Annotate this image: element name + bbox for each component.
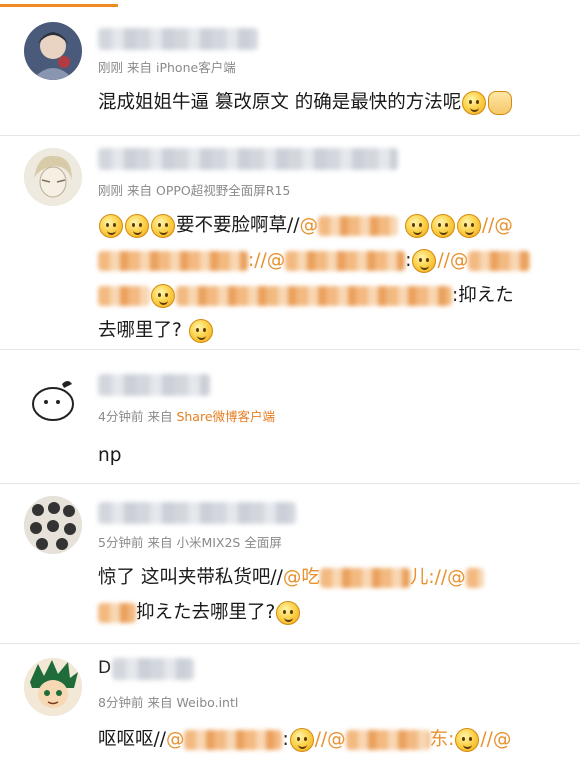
avatar[interactable] (24, 658, 82, 716)
username-blurred[interactable] (98, 502, 296, 524)
username-prefix[interactable]: D (98, 658, 111, 678)
mention-blurred[interactable] (319, 568, 410, 588)
smile-emoji-icon (188, 319, 213, 343)
comment-item[interactable]: 刚刚 来自 iPhone客户端 混成姐姐牛逼 篡改原文 的确是最快的方法呢 (0, 8, 580, 136)
thinking-emoji-icon (430, 214, 455, 238)
comment-meta: 4分钟前 来自 Share微博客户端 (98, 409, 276, 424)
comment-item[interactable]: 刚刚 来自 OPPO超视野全面屏R15 要不要脸啊草//@ //@ ://@: /… (0, 136, 580, 350)
avatar[interactable] (24, 370, 82, 428)
smile-emoji-icon (276, 601, 301, 625)
thinking-emoji-icon (404, 214, 429, 238)
thinking-emoji-icon (151, 284, 175, 308)
avatar[interactable] (24, 22, 82, 80)
comment-item[interactable]: 4分钟前 来自 Share微博客户端 np (0, 350, 580, 484)
sweat-smile-emoji-icon (125, 214, 149, 238)
username-blurred[interactable] (98, 28, 258, 50)
comment-meta: 刚刚 来自 OPPO超视野全面屏R15 (98, 183, 291, 198)
comment-item[interactable]: 5分钟前 来自 小米MIX2S 全面屏 惊了 这叫夹带私货吧//@吃 儿://@ … (0, 484, 580, 644)
comment-text: 惊了 这叫夹带私货吧//@吃 儿://@ 抑えた去哪里了? (98, 560, 568, 630)
mention-blurred[interactable] (98, 286, 150, 306)
avatar[interactable] (24, 148, 82, 206)
mention-blurred[interactable] (468, 251, 531, 271)
top-indicator (0, 0, 580, 8)
comment-text: 混成姐姐牛逼 篡改原文 的确是最快的方法呢 (98, 85, 568, 120)
mention-blurred[interactable] (317, 216, 398, 236)
mention-blurred[interactable] (345, 730, 430, 750)
sweat-smile-emoji-icon (151, 214, 175, 238)
comment-meta: 5分钟前 来自 小米MIX2S 全面屏 (98, 535, 282, 550)
avatar[interactable] (24, 496, 82, 554)
comment-text: np (98, 445, 122, 466)
mention-blurred[interactable] (184, 730, 283, 750)
mention-blurred[interactable] (465, 568, 484, 588)
victory-hand-icon (488, 91, 513, 115)
username-blurred[interactable] (98, 148, 398, 170)
comment-item[interactable]: D 8分钟前 来自 Weibo.intl 呕呕呕//@://@ 东://@ (0, 644, 580, 759)
username-blurred[interactable] (98, 374, 210, 396)
mention-blurred[interactable] (98, 603, 136, 623)
grin-emoji-icon (462, 91, 487, 115)
thinking-emoji-icon (456, 214, 481, 238)
thinking-emoji-icon (289, 728, 314, 752)
username-blurred[interactable] (112, 658, 194, 680)
mention-blurred[interactable] (98, 251, 248, 271)
thinking-emoji-icon (455, 728, 480, 752)
mention-blurred[interactable] (176, 286, 452, 306)
mention-blurred[interactable] (285, 251, 406, 271)
comment-text: 要不要脸啊草//@ //@ ://@://@ :抑えた 去哪里了? (98, 208, 568, 348)
thinking-emoji-icon (412, 249, 437, 273)
comment-text: 呕呕呕//@://@ 东://@ (98, 728, 512, 752)
comment-meta: 8分钟前 来自 Weibo.intl (98, 695, 239, 710)
sweat-smile-emoji-icon (99, 214, 123, 238)
comment-meta: 刚刚 来自 iPhone客户端 (98, 60, 236, 75)
